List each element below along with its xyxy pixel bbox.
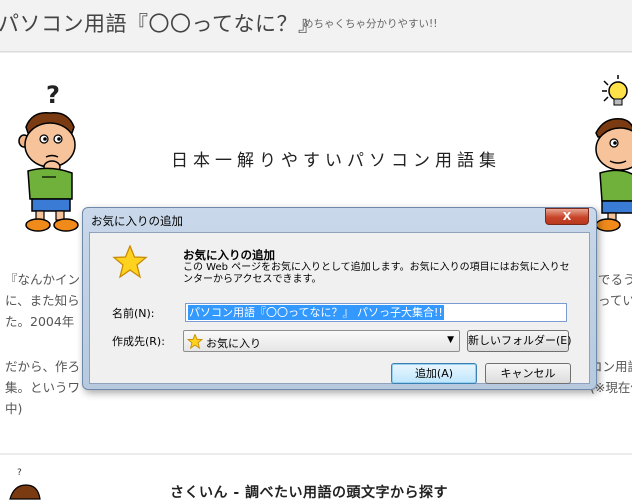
index-heading: さくいん - 調べたい用語の頭文字から探す (170, 485, 449, 500)
question-mark-icon: ? (46, 81, 60, 109)
cancel-button[interactable]: キャンセル (485, 363, 571, 384)
dialog-titlebar[interactable]: お気に入りの追加 X (83, 208, 596, 230)
add-favorite-dialog: お気に入りの追加 X お気に入りの追加 この Web ページをお気に入りとして追… (82, 207, 597, 390)
index-section: ? さくいん - 調べたい用語の頭文字から探す (0, 455, 632, 500)
paragraph-line: でるう (598, 272, 632, 287)
name-field[interactable]: パソコン用語『〇〇ってなに？』 パソっ子大集合!! (185, 303, 567, 322)
favorites-folder-star-icon (187, 334, 203, 349)
lightbulb-icon (602, 75, 628, 106)
folder-dropdown-value: お気に入り (206, 337, 261, 350)
second-paragraph-left: だから、作ろ 集。というワ 中) (5, 356, 80, 419)
add-button[interactable]: 追加(A) (391, 363, 477, 384)
paragraph-line: 中) (5, 401, 23, 416)
paragraph-line: だから、作ろ (5, 359, 81, 374)
page-heading: 日本一解りやすいパソコン用語集 (171, 151, 501, 171)
new-folder-button[interactable]: 新しいフォルダー(E) (467, 330, 572, 352)
question-mark-icon: ? (17, 468, 22, 478)
site-tagline: めちゃくちゃ分かりやすい!! (303, 18, 438, 30)
dialog-body: お気に入りの追加 この Web ページをお気に入りとして追加します。お気に入りの… (89, 232, 590, 384)
paragraph-line: ってい (598, 293, 632, 308)
folder-label: 作成先(R): (112, 335, 165, 348)
name-field-value[interactable]: パソコン用語『〇〇ってなに？』 パソっ子大集合!! (188, 305, 444, 320)
intro-paragraph-right: でるう ってい (598, 269, 632, 311)
dialog-title: お気に入りの追加 (91, 214, 183, 228)
site-title[interactable]: パソコン用語『〇〇ってなに？』 (0, 8, 319, 38)
intro-paragraph-left: 『なんかイン に、また知ら た。2004年 (5, 269, 80, 332)
close-button[interactable]: X (545, 208, 589, 225)
paragraph-line: に、また知ら (5, 293, 80, 308)
name-label: 名前(N): (112, 307, 155, 320)
paragraph-line: 集。というワ (5, 380, 81, 395)
folder-dropdown[interactable]: お気に入り ▼ (183, 330, 460, 352)
chevron-down-icon[interactable]: ▼ (447, 335, 454, 345)
paragraph-line: 『なんかイン (5, 272, 81, 287)
boy-head-illustration (9, 484, 41, 500)
site-header: パソコン用語『〇〇ってなに？』 めちゃくちゃ分かりやすい!! (0, 0, 632, 52)
paragraph-line: た。2004年 (5, 314, 75, 329)
favorite-star-icon (112, 245, 148, 279)
dialog-heading: お気に入りの追加 (183, 248, 275, 262)
dialog-description: この Web ページをお気に入りとして追加します。お気に入りの項目にはお気に入り… (183, 262, 570, 285)
